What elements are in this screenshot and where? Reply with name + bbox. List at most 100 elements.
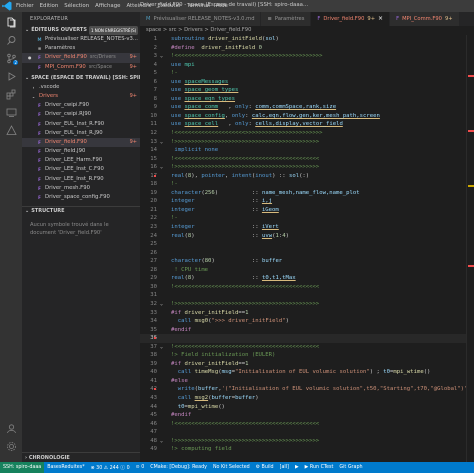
source-control-icon[interactable]: 2 xyxy=(5,52,18,65)
open-editor-item[interactable]: F MPI_Comm.F90 src/Space 9+ xyxy=(22,63,140,72)
tree-item-label: Drivers xyxy=(39,92,59,99)
line-number: 34 xyxy=(150,318,157,325)
editor-scrollbar[interactable] xyxy=(466,35,474,462)
code-text: integer :: iGeom xyxy=(171,206,279,213)
open-editor-item[interactable]: ≡ Paramètres xyxy=(22,44,140,53)
tree-file[interactable]: F Driver_LEE_Harm.F90 xyxy=(22,156,140,165)
code-text: !- xyxy=(171,70,178,77)
open-editors-header[interactable]: ⌄ ÉDITEURS OUVERTS 1 NON ENREGISTRÉ(S) xyxy=(22,26,140,35)
line-number: 40 xyxy=(150,369,157,376)
fortran-file-icon: F xyxy=(38,167,41,173)
error-marker-icon xyxy=(154,337,156,340)
search-icon[interactable] xyxy=(5,34,17,46)
manage-gear-icon[interactable] xyxy=(5,440,17,452)
explorer-icon[interactable] xyxy=(5,16,17,28)
tree-file[interactable]: F Driver_space_config.F90 xyxy=(22,193,140,202)
code-text: !>>>>>>>>>>>>>>>>>>>>>>>>>>>>>>>>>>>>>>>… xyxy=(171,138,320,145)
chevron-down-icon: ⌄ xyxy=(25,207,30,214)
code-line: 20 integer :: i,j xyxy=(140,197,474,206)
code-line: 39 #if driver_initField==1 xyxy=(140,360,474,369)
menu-item-fichier[interactable]: Fichier xyxy=(16,3,34,9)
line-number: 2 xyxy=(153,44,157,51)
code-text: !<<<<<<<<<<<<<<<<<<<<<<<<<<<<<<<<<<<<<<<… xyxy=(171,420,320,427)
tree-file[interactable]: F Driver_LEE_Inst_R.F90 xyxy=(22,175,140,184)
fortran-file-icon: F xyxy=(38,130,41,136)
open-editor-item[interactable]: ● F Driver_field.F90 src/Drivers 9+ xyxy=(22,53,140,63)
vscode-logo-icon xyxy=(2,1,12,11)
fortran-file-icon: F xyxy=(38,64,41,70)
tree-file[interactable]: F Driver_EUL_Inst_R.J90 xyxy=(22,129,140,138)
timeline-header[interactable]: › CHRONOLOGIE xyxy=(22,452,140,462)
breadcrumb[interactable]: space > src > Drivers > Driver_field.F90 xyxy=(140,26,474,35)
fold-chevron-icon[interactable]: ⌄ xyxy=(160,138,163,147)
chevron-right-icon: › xyxy=(32,84,35,90)
remote-indicator[interactable]: SSH: spiro-daaa xyxy=(0,462,45,473)
tree-file[interactable]: F Driver_mesh.F90 xyxy=(22,184,140,193)
tab-label: MPI_Comm.F90 xyxy=(402,16,442,22)
fold-chevron-icon[interactable]: ⌄ xyxy=(160,343,163,352)
tree-file[interactable]: F Driver_field.J90 xyxy=(22,147,140,156)
problems-item[interactable]: ⊗ 30 ⚠ 244 ⓘ 0 xyxy=(88,464,133,471)
line-number: 35 xyxy=(150,326,157,333)
line-number: 28 xyxy=(150,266,157,273)
git-branch-item[interactable]: BasesReduites* xyxy=(44,465,87,470)
timeline-label: CHRONOLOGIE xyxy=(28,455,70,461)
build-button[interactable]: ⚙ Build xyxy=(253,465,277,470)
debug-button[interactable]: ▶ xyxy=(292,465,302,470)
code-line: 15 !<<<<<<<<<<<<<<<<<<<<<<<<<<<<<<<<<<<<<… xyxy=(140,155,474,164)
cmake-status-item[interactable]: CMake: [Debug]: Ready xyxy=(147,465,210,470)
fold-chevron-icon[interactable]: ⌄ xyxy=(160,437,163,446)
run-ctest-button[interactable]: ▶ Run CTest xyxy=(302,465,337,470)
code-text: integer :: i,j xyxy=(171,198,273,205)
fold-chevron-icon[interactable]: ⌄ xyxy=(160,163,163,172)
editor-tab[interactable]: ≡ Paramètres xyxy=(261,12,312,26)
line-number: 33 xyxy=(150,309,157,316)
line-number: 41 xyxy=(150,377,157,384)
workspace-header[interactable]: ⌄ SPACE (ESPACE DE TRAVAIL) [SSH: SPIRO-… xyxy=(22,74,140,83)
cmake-icon[interactable] xyxy=(5,124,17,136)
sidebar-title: EXPLORATEUR xyxy=(30,16,68,22)
settings-file-icon: ≡ xyxy=(267,16,272,22)
activity-bar: 2 xyxy=(0,12,22,462)
line-number: 47 xyxy=(150,429,157,436)
ports-item[interactable]: ⊙ 0 xyxy=(133,465,148,470)
code-line: 18 !- xyxy=(140,180,474,189)
menu-item-edition[interactable]: Edition xyxy=(40,3,59,9)
menu-item-affichage[interactable]: Affichage xyxy=(95,3,120,9)
structure-header[interactable]: ⌄ STRUCTURE xyxy=(22,206,140,215)
code-line: 32 ⌄ !>>>>>>>>>>>>>>>>>>>>>>>>>>>>>>>>>>>>… xyxy=(140,300,474,309)
code-editor[interactable]: 1 subroutine driver_initField(sol) 2 #defin… xyxy=(140,35,474,462)
run-debug-icon[interactable] xyxy=(5,70,17,82)
tree-file[interactable]: F Driver_LEE_Inst_C.F90 xyxy=(22,165,140,174)
editor-tab[interactable]: F Driver_field.F90 9+ × xyxy=(311,12,391,26)
fold-chevron-icon[interactable]: ⌄ xyxy=(160,52,163,61)
menu-item-sélection[interactable]: Sélection xyxy=(64,3,89,9)
error-marker-icon xyxy=(154,174,156,177)
tree-file[interactable]: F Driver_cwipi.RJ90 xyxy=(22,110,140,119)
tree-file[interactable]: F Driver_EUL_Inst_R.F90 xyxy=(22,120,140,129)
fortran-file-icon: F xyxy=(317,16,321,22)
code-text: !<<<<<<<<<<<<<<<<<<<<<>>>>>>>>>>>>>>>>>>… xyxy=(171,53,323,60)
open-editor-item[interactable]: M Prévisualiser RELEASE_NOTES-v3... xyxy=(22,35,140,44)
status-bar: SSH: spiro-daaa BasesReduites* ⊗ 30 ⚠ 244… xyxy=(0,462,474,473)
tree-folder[interactable]: › .vscode xyxy=(22,83,140,92)
editor-tab[interactable]: M Prévisualiser RELEASE_NOTES-v3.0.md xyxy=(140,12,262,26)
tree-folder[interactable]: ⌄ Drivers 9+ xyxy=(22,92,140,101)
extensions-icon[interactable] xyxy=(5,88,17,100)
fortran-file-icon: F xyxy=(38,139,41,145)
cmake-kit-item[interactable]: No Kit Selected xyxy=(210,465,253,470)
scrollbar-error-marker xyxy=(468,265,474,267)
code-line: 12 !<<<<<<<<<<<<<<<<<<<<<>>>>>>>>>>>>>>>>… xyxy=(140,129,474,138)
tree-file[interactable]: F Driver_field.F90 9+ xyxy=(22,137,140,148)
git-graph-button[interactable]: Git Graph xyxy=(336,465,365,470)
code-text: t0=mpi_wtime() xyxy=(177,403,225,410)
line-number: 31 xyxy=(150,292,157,299)
tree-file[interactable]: F Driver_cwipi.F90 xyxy=(22,101,140,110)
editor-tab[interactable]: F MPI_Comm.F90 9+ xyxy=(390,12,460,26)
remote-explorer-icon[interactable] xyxy=(5,106,17,118)
close-icon[interactable]: × xyxy=(378,12,383,26)
fold-chevron-icon[interactable]: ⌄ xyxy=(160,300,163,309)
code-line: 21 integer :: iGeom xyxy=(140,206,474,215)
build-target-item[interactable]: [all] xyxy=(277,465,292,470)
account-icon[interactable] xyxy=(5,422,17,434)
